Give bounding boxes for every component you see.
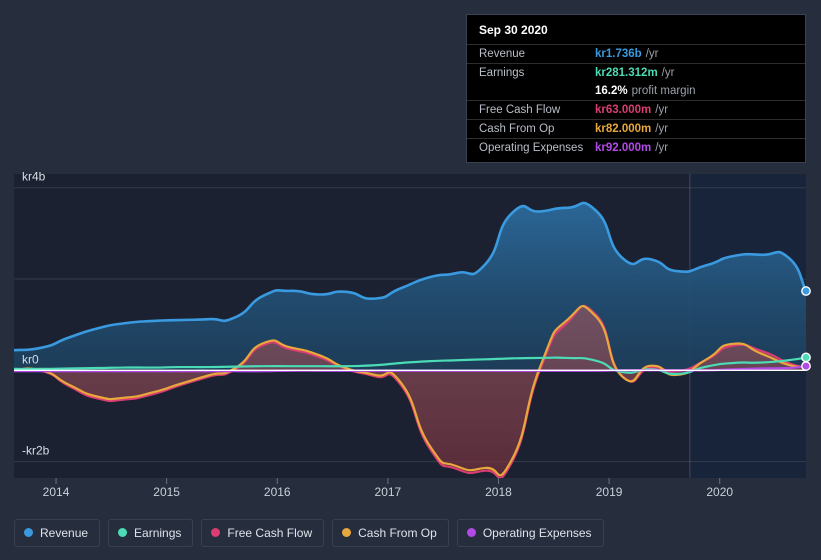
tooltip-row-value: kr92.000m/yr: [595, 142, 669, 154]
tooltip-row-value: kr63.000m/yr: [595, 104, 669, 116]
tooltip-row-value: 16.2% profit margin: [595, 85, 696, 97]
tooltip-row: Earnings kr281.312m/yr: [467, 63, 805, 82]
chart-legend[interactable]: Revenue Earnings Free Cash Flow Cash From O…: [0, 505, 821, 560]
data-tooltip: Sep 30 2020 Revenue kr1.736b/yr Earnings kr…: [466, 14, 806, 163]
endpoint-marker-earnings: [801, 352, 811, 363]
x-axis-label: 2015: [153, 485, 180, 499]
legend-label: Cash From Op: [358, 525, 437, 540]
tooltip-row-suffix: /yr: [661, 67, 675, 79]
legend-item-earnings[interactable]: Earnings: [108, 518, 194, 547]
tooltip-row-value: kr1.736b/yr: [595, 48, 659, 60]
tooltip-row: Cash From Op kr82.000m/yr: [467, 119, 805, 138]
tooltip-row-value: kr281.312m/yr: [595, 67, 675, 79]
legend-color-dot: [211, 528, 221, 537]
legend-label: Free Cash Flow: [227, 525, 313, 540]
tooltip-row-suffix: /yr: [655, 123, 669, 135]
x-axis-label: 2019: [596, 485, 623, 499]
x-axis-label: 2016: [264, 485, 291, 499]
y-axis-label: -kr2b: [22, 444, 50, 458]
legend-label: Operating Expenses: [482, 525, 592, 540]
tooltip-row-key: Revenue: [479, 48, 526, 60]
tooltip-row: Operating Expenses kr92.000m/yr: [467, 138, 805, 157]
tooltip-row-key: Operating Expenses: [479, 142, 584, 154]
endpoint-marker-operating-expenses: [801, 361, 811, 371]
endpoint-marker-revenue: [801, 286, 811, 296]
legend-item-operating-expenses[interactable]: Operating Expenses: [456, 518, 604, 547]
tooltip-row-suffix: /yr: [645, 48, 659, 60]
tooltip-row-key: Cash From Op: [479, 123, 555, 135]
tooltip-row-value: kr82.000m/yr: [595, 123, 669, 135]
x-axis-label: 2018: [485, 485, 512, 499]
legend-color-dot: [24, 528, 33, 537]
x-axis-ticks: [55, 478, 721, 484]
x-axis-labels: 2014 2015 2016 2017 2018 2019 2020: [43, 485, 734, 499]
tooltip-row: 16.2% profit margin: [467, 82, 805, 100]
legend-color-dot: [118, 528, 128, 537]
x-axis-label: 2017: [375, 485, 402, 499]
legend-item-cash-from-op[interactable]: Cash From Op: [332, 518, 449, 547]
tooltip-row-suffix: /yr: [655, 142, 669, 154]
legend-color-dot: [342, 528, 352, 537]
legend-label: Earnings: [134, 525, 182, 540]
tooltip-row-suffix: /yr: [655, 104, 669, 116]
tooltip-date: Sep 30 2020: [479, 23, 548, 37]
tooltip-row: Free Cash Flow kr63.000m/yr: [467, 100, 805, 119]
x-axis-label: 2014: [43, 485, 70, 499]
legend-item-free-cash-flow[interactable]: Free Cash Flow: [201, 518, 325, 547]
y-axis-label: kr4b: [22, 170, 46, 184]
legend-label: Revenue: [40, 525, 89, 540]
legend-item-revenue[interactable]: Revenue: [14, 518, 101, 547]
legend-color-dot: [466, 528, 476, 537]
tooltip-row-key: Free Cash Flow: [479, 104, 561, 116]
tooltip-rows: Revenue kr1.736b/yr Earnings kr281.312m/yr 1…: [467, 44, 805, 157]
y-axis-label: kr0: [22, 352, 39, 366]
tooltip-row-key: Earnings: [479, 67, 525, 79]
tooltip-row-suffix: profit margin: [631, 85, 696, 97]
x-axis-label: 2020: [706, 485, 733, 499]
tooltip-row: Revenue kr1.736b/yr: [467, 44, 805, 63]
